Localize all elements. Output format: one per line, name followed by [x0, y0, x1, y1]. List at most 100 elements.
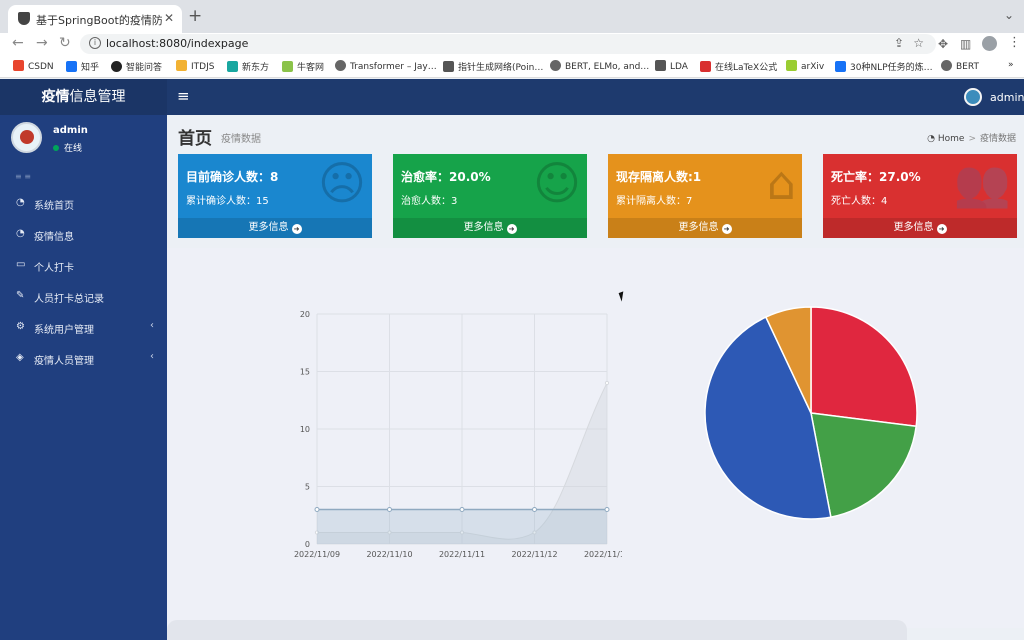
- more-info-link[interactable]: 更多信息 ➜: [608, 218, 802, 238]
- url-field[interactable]: i localhost:8080/indexpage ⇪ ☆: [80, 34, 936, 54]
- x-tick-label: 2022/11/11: [439, 550, 485, 559]
- pie-chart: [704, 306, 918, 520]
- bookmark-icon: [227, 61, 238, 72]
- user-panel: admin 在线: [0, 115, 167, 165]
- app-header: 疫情信息管理 ≡ admin: [0, 79, 1024, 115]
- x-tick-label: 2022/11/13: [584, 550, 622, 559]
- bookmark-item[interactable]: 知乎: [66, 60, 99, 73]
- extensions-icon[interactable]: ✥: [938, 37, 948, 51]
- stat-box-body: 死亡率：27.0% 死亡人数：4 👥: [831, 156, 1011, 210]
- bookmark-icon: [176, 60, 187, 71]
- sidebar-item-personnel-management[interactable]: ◈ 疫情人员管理 ‹: [0, 343, 167, 374]
- data-point: [604, 380, 610, 386]
- browser-tab-bar: 基于SpringBoot的疫情防控设计 ✕ + ⌄: [0, 0, 1024, 33]
- menu-section-divider: ≡ ≡: [15, 172, 31, 181]
- y-tick-label: 5: [305, 483, 310, 492]
- zhihu-icon: [66, 61, 77, 72]
- bookmark-item[interactable]: arXiv: [786, 60, 824, 72]
- bookmark-item[interactable]: 新东方: [227, 60, 269, 73]
- line-chart: 0 5 10 15 20 2022/11/09 2022/11/10 2022/11/11 20…: [294, 310, 622, 559]
- stat-box-confirmed: 目前确诊人数：8 累计确诊人数：15 ☹ 更多信息 ➜: [178, 154, 372, 238]
- data-point: [314, 507, 320, 512]
- pie-slice: [810, 306, 918, 428]
- users-icon: 👥: [953, 156, 1011, 210]
- data-point: [604, 507, 610, 512]
- avatar[interactable]: [964, 88, 982, 106]
- avatar: [11, 122, 42, 153]
- y-tick-label: 10: [300, 425, 310, 434]
- bookmark-item[interactable]: 30种NLP任务的炼…: [835, 60, 933, 73]
- bookmark-item[interactable]: 智能问答: [111, 60, 162, 73]
- arrow-circle-right-icon: ➜: [721, 224, 732, 234]
- sidebar-item-home[interactable]: ◔ 系统首页: [0, 188, 167, 219]
- stat-box-quarantine: 现存隔离人数:1 累计隔离人数：7 ⌂ 更多信息 ➜: [608, 154, 802, 238]
- zhihu-icon: [835, 61, 846, 72]
- more-info-link[interactable]: 更多信息 ➜: [178, 218, 372, 238]
- x-tick-label: 2022/11/12: [511, 550, 557, 559]
- home-icon: ⌂: [766, 156, 796, 210]
- stat-box-body: 治愈率：20.0% 治愈人数：3 ☺: [401, 156, 581, 210]
- data-point: [387, 507, 392, 512]
- status-dot-icon: [53, 145, 59, 151]
- more-info-link[interactable]: 更多信息 ➜: [823, 218, 1017, 238]
- page-subtitle: 疫情数据: [221, 134, 261, 145]
- browser-menu-icon[interactable]: ⋮: [1008, 35, 1021, 50]
- breadcrumb-home[interactable]: Home: [938, 134, 965, 144]
- sidebar: admin 在线 ≡ ≡ ◔ 系统首页 ◔ 疫情信息 ▭ 个人打卡 ✎ 人员打卡…: [0, 115, 167, 640]
- more-info-link[interactable]: 更多信息 ➜: [393, 218, 587, 238]
- url-text: localhost:8080/indexpage: [106, 37, 249, 50]
- x-tick-label: 2022/11/09: [294, 550, 340, 559]
- profile-avatar[interactable]: [982, 36, 997, 51]
- sidepanel-icon[interactable]: ▥: [960, 37, 971, 51]
- back-icon[interactable]: ←: [12, 35, 24, 51]
- bookmark-icon: [443, 61, 454, 72]
- bookmark-item[interactable]: LDA: [655, 60, 688, 72]
- cube-icon: ◈: [16, 352, 24, 363]
- header-username[interactable]: admin: [990, 91, 1024, 104]
- bookmark-item[interactable]: ITDJS: [176, 60, 214, 72]
- bookmark-item[interactable]: BERT: [941, 60, 979, 72]
- sidebar-item-checkin-records[interactable]: ✎ 人员打卡总记录: [0, 281, 167, 312]
- browser-tab[interactable]: 基于SpringBoot的疫情防控设计 ✕: [8, 5, 182, 33]
- bookmark-item[interactable]: 牛客网: [282, 60, 324, 73]
- x-tick-label: 2022/11/10: [366, 550, 412, 559]
- y-tick-label: 0: [305, 540, 310, 549]
- bookmark-item[interactable]: BERT, ELMo, and…: [550, 60, 649, 72]
- bookmark-icon: [655, 60, 666, 71]
- globe-icon: [941, 60, 952, 71]
- bookmark-icon: [700, 61, 711, 72]
- bookmark-icon: [282, 61, 293, 72]
- smile-icon: ☺: [533, 156, 581, 210]
- frown-icon: ☹: [318, 156, 366, 210]
- chevron-down-icon[interactable]: ⌄: [1004, 8, 1014, 22]
- edit-icon: ✎: [16, 290, 25, 301]
- y-tick-label: 15: [300, 368, 310, 377]
- reload-icon[interactable]: ↻: [59, 35, 71, 51]
- bookmark-item[interactable]: Transformer – Jay…: [335, 60, 437, 72]
- share-icon[interactable]: ⇪: [894, 36, 904, 50]
- menu-toggle-icon[interactable]: ≡: [177, 87, 190, 105]
- forward-icon[interactable]: →: [36, 35, 48, 51]
- new-tab-button[interactable]: +: [188, 6, 202, 26]
- bookmark-item[interactable]: CSDN: [13, 60, 54, 72]
- stat-box-death-rate: 死亡率：27.0% 死亡人数：4 👥 更多信息 ➜: [823, 154, 1017, 238]
- info-icon[interactable]: i: [89, 37, 101, 49]
- breadcrumb-current: 疫情数据: [979, 134, 1016, 144]
- sidebar-username: admin: [53, 125, 88, 136]
- dashboard-icon: ◔: [16, 228, 25, 239]
- github-icon: [111, 61, 122, 72]
- sidebar-item-checkin[interactable]: ▭ 个人打卡: [0, 250, 167, 281]
- dashboard-icon: ◔: [16, 197, 25, 208]
- bookmark-item[interactable]: 指针生成网络(Poin…: [443, 60, 543, 73]
- close-tab-icon[interactable]: ✕: [164, 11, 174, 25]
- app-logo[interactable]: 疫情信息管理: [0, 79, 167, 115]
- sidebar-item-user-management[interactable]: ⚙ 系统用户管理 ‹: [0, 312, 167, 343]
- sidebar-item-epidemic-info[interactable]: ◔ 疫情信息: [0, 219, 167, 250]
- stat-box-body: 目前确诊人数：8 累计确诊人数：15 ☹: [186, 156, 366, 210]
- stat-box-body: 现存隔离人数:1 累计隔离人数：7 ⌂: [616, 156, 796, 210]
- horizontal-scrollbar[interactable]: [167, 620, 907, 640]
- online-status: 在线: [53, 141, 82, 154]
- more-bookmarks-button[interactable]: »: [1008, 60, 1014, 70]
- bookmark-item[interactable]: 在线LaTeX公式: [700, 60, 777, 73]
- bookmark-star-icon[interactable]: ☆: [913, 36, 924, 50]
